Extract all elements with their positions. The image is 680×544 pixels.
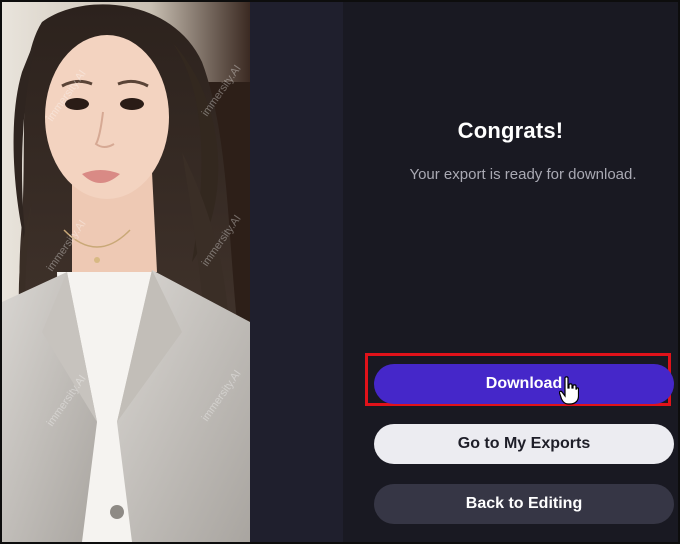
dialog-subtitle: Your export is ready for download. [409,166,637,183]
hand-pointer-cursor-icon [559,376,579,405]
export-complete-window: immersity.AI immersity.AI immersity.AI i… [0,0,680,544]
dialog-title: Congrats! [457,118,564,143]
back-to-editing-button[interactable]: Back to Editing [374,484,674,524]
export-preview-image: immersity.AI immersity.AI immersity.AI i… [2,2,250,542]
go-to-my-exports-button[interactable]: Go to My Exports [374,424,674,464]
download-button[interactable]: Download [374,364,674,404]
preview-divider [250,2,343,542]
export-dialog: Congrats! Your export is ready for downl… [343,2,678,542]
